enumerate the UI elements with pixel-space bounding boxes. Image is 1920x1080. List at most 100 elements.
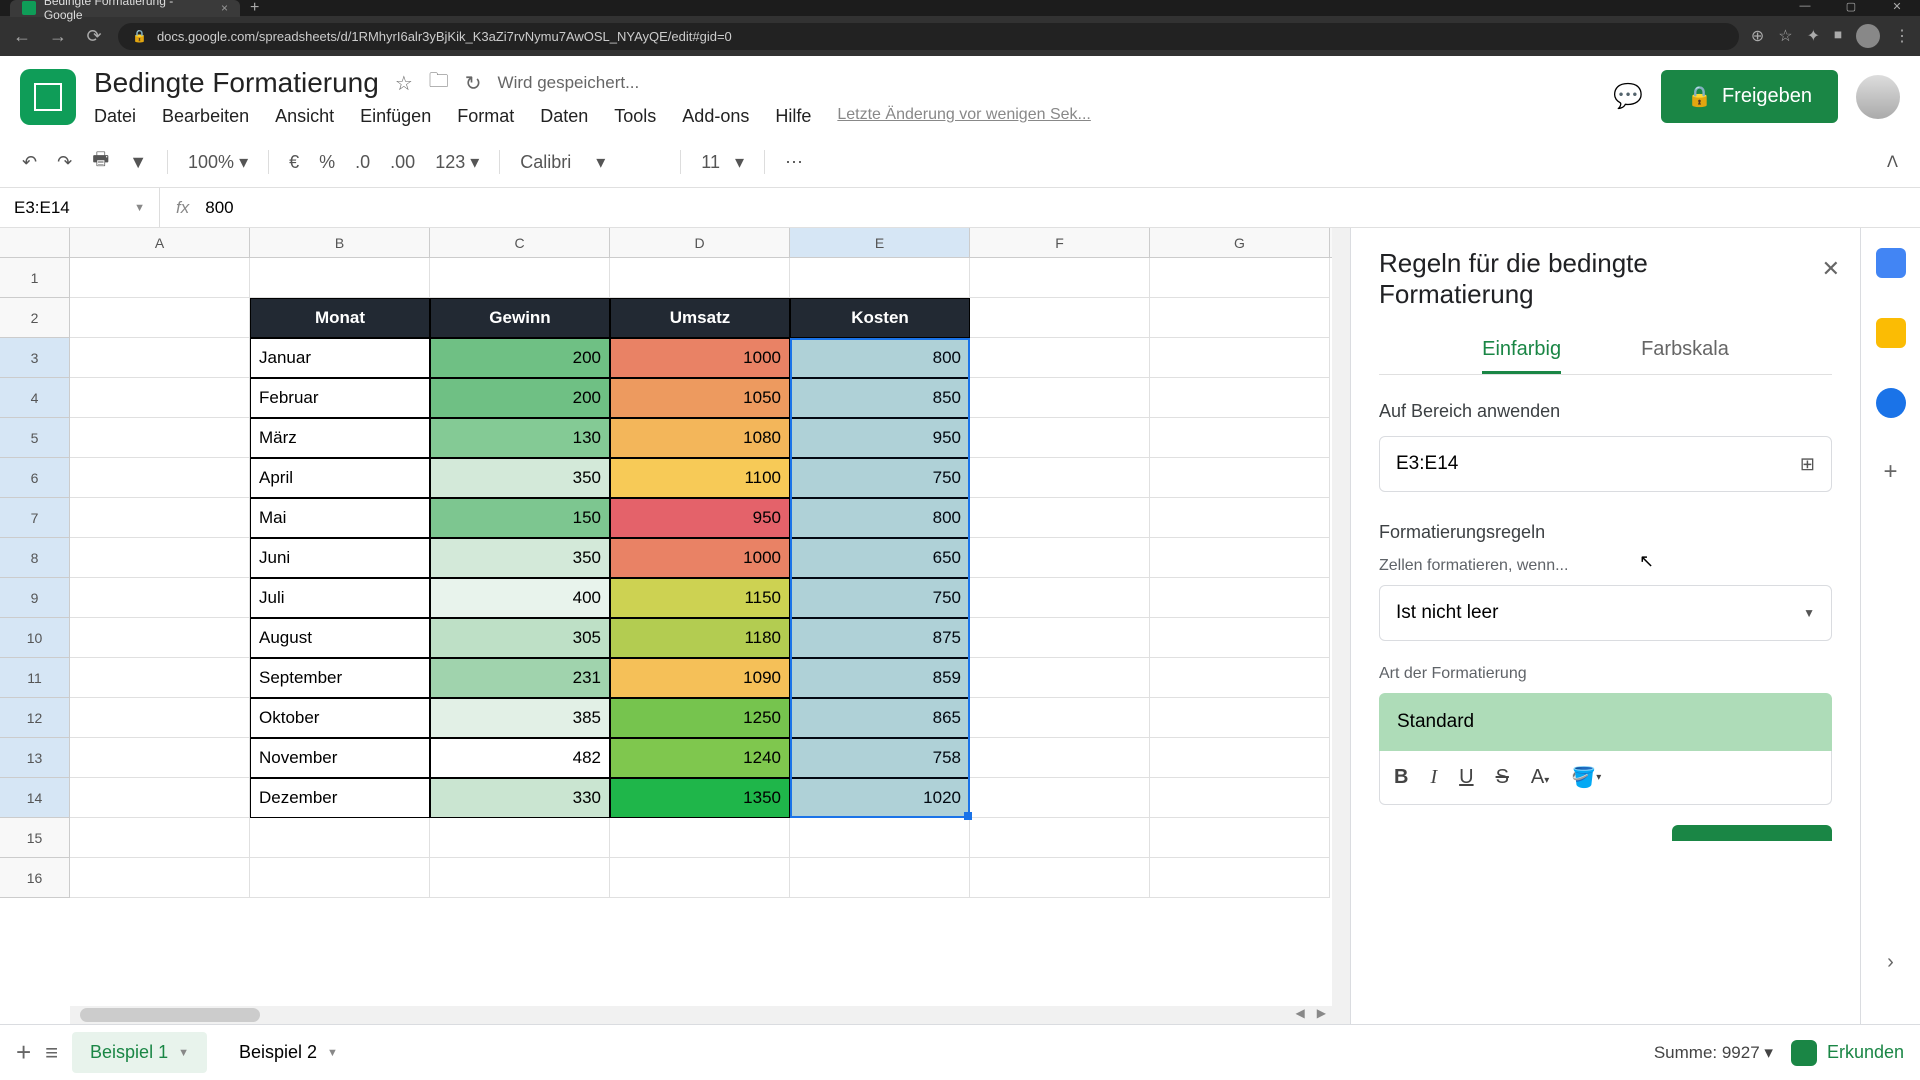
col-header-E[interactable]: E	[790, 228, 970, 257]
underline-button[interactable]: U	[1459, 766, 1473, 789]
add-sheet-button[interactable]: +	[16, 1037, 31, 1068]
cell[interactable]	[70, 818, 250, 858]
keep-icon[interactable]	[1876, 318, 1906, 348]
zoom-select[interactable]: 100% ▾	[188, 152, 248, 173]
cell[interactable]	[1150, 538, 1330, 578]
cell[interactable]: 750	[790, 578, 970, 618]
cell[interactable]: 1090	[610, 658, 790, 698]
col-header-G[interactable]: G	[1150, 228, 1330, 257]
col-header-F[interactable]: F	[970, 228, 1150, 257]
cell[interactable]: 1250	[610, 698, 790, 738]
row-header-5[interactable]: 5	[0, 418, 70, 458]
cell[interactable]: August	[250, 618, 430, 658]
cell[interactable]: 865	[790, 698, 970, 738]
row-header-6[interactable]: 6	[0, 458, 70, 498]
cell[interactable]: 330	[430, 778, 610, 818]
cell[interactable]	[1150, 738, 1330, 778]
cell[interactable]: 758	[790, 738, 970, 778]
col-header-B[interactable]: B	[250, 228, 430, 257]
vertical-scrollbar[interactable]	[1332, 228, 1350, 1024]
menu-einfuegen[interactable]: Einfügen	[360, 106, 431, 127]
cell[interactable]	[1150, 858, 1330, 898]
cell[interactable]	[1150, 778, 1330, 818]
cell[interactable]: 800	[790, 338, 970, 378]
dec-more-button[interactable]: .00	[390, 152, 415, 173]
col-header-C[interactable]: C	[430, 228, 610, 257]
cell[interactable]: Mai	[250, 498, 430, 538]
cell[interactable]: 350	[430, 458, 610, 498]
row-header-10[interactable]: 10	[0, 618, 70, 658]
cell[interactable]	[1150, 418, 1330, 458]
format-preview[interactable]: Standard	[1379, 693, 1832, 751]
calendar-icon[interactable]	[1876, 248, 1906, 278]
cell[interactable]	[70, 258, 250, 298]
cell[interactable]: 150	[430, 498, 610, 538]
grid-select-icon[interactable]: ⊞	[1800, 454, 1815, 475]
cell[interactable]: 800	[790, 498, 970, 538]
percent-button[interactable]: %	[319, 152, 335, 173]
cell[interactable]	[70, 378, 250, 418]
close-panel-button[interactable]: ✕	[1822, 256, 1840, 282]
redo-button[interactable]: ↷	[57, 152, 72, 173]
cell[interactable]	[970, 858, 1150, 898]
fill-color-button[interactable]: 🪣▾	[1571, 765, 1601, 790]
tab-close-icon[interactable]: ×	[221, 1, 228, 15]
cell[interactable]	[970, 298, 1150, 338]
row-header-15[interactable]: 15	[0, 818, 70, 858]
cell[interactable]	[1150, 698, 1330, 738]
expand-sidebar-button[interactable]: ›	[1887, 951, 1894, 974]
cell[interactable]	[70, 618, 250, 658]
row-header-4[interactable]: 4	[0, 378, 70, 418]
checker-icon[interactable]: ⏹	[1834, 27, 1842, 45]
more-tools-button[interactable]: ⋯	[785, 152, 803, 173]
tab-einfarbig[interactable]: Einfarbig	[1482, 328, 1561, 374]
text-color-button[interactable]: A▾	[1531, 766, 1549, 789]
chevron-down-icon[interactable]: ▼	[327, 1047, 338, 1059]
quicksum-display[interactable]: Summe: 9927 ▾	[1654, 1043, 1773, 1063]
cell[interactable]	[1150, 618, 1330, 658]
range-input[interactable]: E3:E14 ⊞	[1379, 436, 1832, 492]
cell[interactable]: 650	[790, 538, 970, 578]
chrome-profile-avatar[interactable]	[1856, 24, 1880, 48]
cell[interactable]	[70, 658, 250, 698]
cell[interactable]: September	[250, 658, 430, 698]
row-header-2[interactable]: 2	[0, 298, 70, 338]
cell[interactable]: 750	[790, 458, 970, 498]
cell[interactable]	[1150, 298, 1330, 338]
back-button[interactable]: ←	[10, 26, 34, 47]
scroll-left-button[interactable]: ◀	[1290, 1006, 1311, 1024]
cell[interactable]	[70, 778, 250, 818]
cell[interactable]: 1180	[610, 618, 790, 658]
dec-less-button[interactable]: .0	[355, 152, 370, 173]
cell[interactable]: 1100	[610, 458, 790, 498]
cell[interactable]	[610, 858, 790, 898]
cell[interactable]: Gewinn	[430, 298, 610, 338]
cell[interactable]: Dezember	[250, 778, 430, 818]
cell[interactable]	[970, 778, 1150, 818]
menu-bearbeiten[interactable]: Bearbeiten	[162, 106, 249, 127]
cell[interactable]: April	[250, 458, 430, 498]
cell[interactable]	[1150, 658, 1330, 698]
cell[interactable]: 875	[790, 618, 970, 658]
cell[interactable]: 305	[430, 618, 610, 658]
formula-input[interactable]: 800	[205, 198, 1920, 218]
font-select[interactable]: Calibri ▾	[520, 152, 660, 173]
zoom-icon[interactable]: ⊕	[1751, 26, 1764, 46]
cell[interactable]	[970, 498, 1150, 538]
cell[interactable]	[70, 698, 250, 738]
minimize-button[interactable]: —	[1782, 0, 1828, 16]
number-format-select[interactable]: 123 ▾	[435, 152, 479, 173]
add-addon-button[interactable]: +	[1883, 458, 1897, 486]
cell[interactable]: Januar	[250, 338, 430, 378]
cell[interactable]	[610, 258, 790, 298]
cell[interactable]: 482	[430, 738, 610, 778]
cell[interactable]: Oktober	[250, 698, 430, 738]
cell[interactable]	[430, 818, 610, 858]
menu-tools[interactable]: Tools	[614, 106, 656, 127]
undo-button[interactable]: ↶	[22, 152, 37, 173]
cell[interactable]: 859	[790, 658, 970, 698]
cell[interactable]: Juni	[250, 538, 430, 578]
condition-select[interactable]: Ist nicht leer ▼	[1379, 585, 1832, 641]
comments-icon[interactable]: 💬	[1613, 82, 1643, 111]
row-header-11[interactable]: 11	[0, 658, 70, 698]
